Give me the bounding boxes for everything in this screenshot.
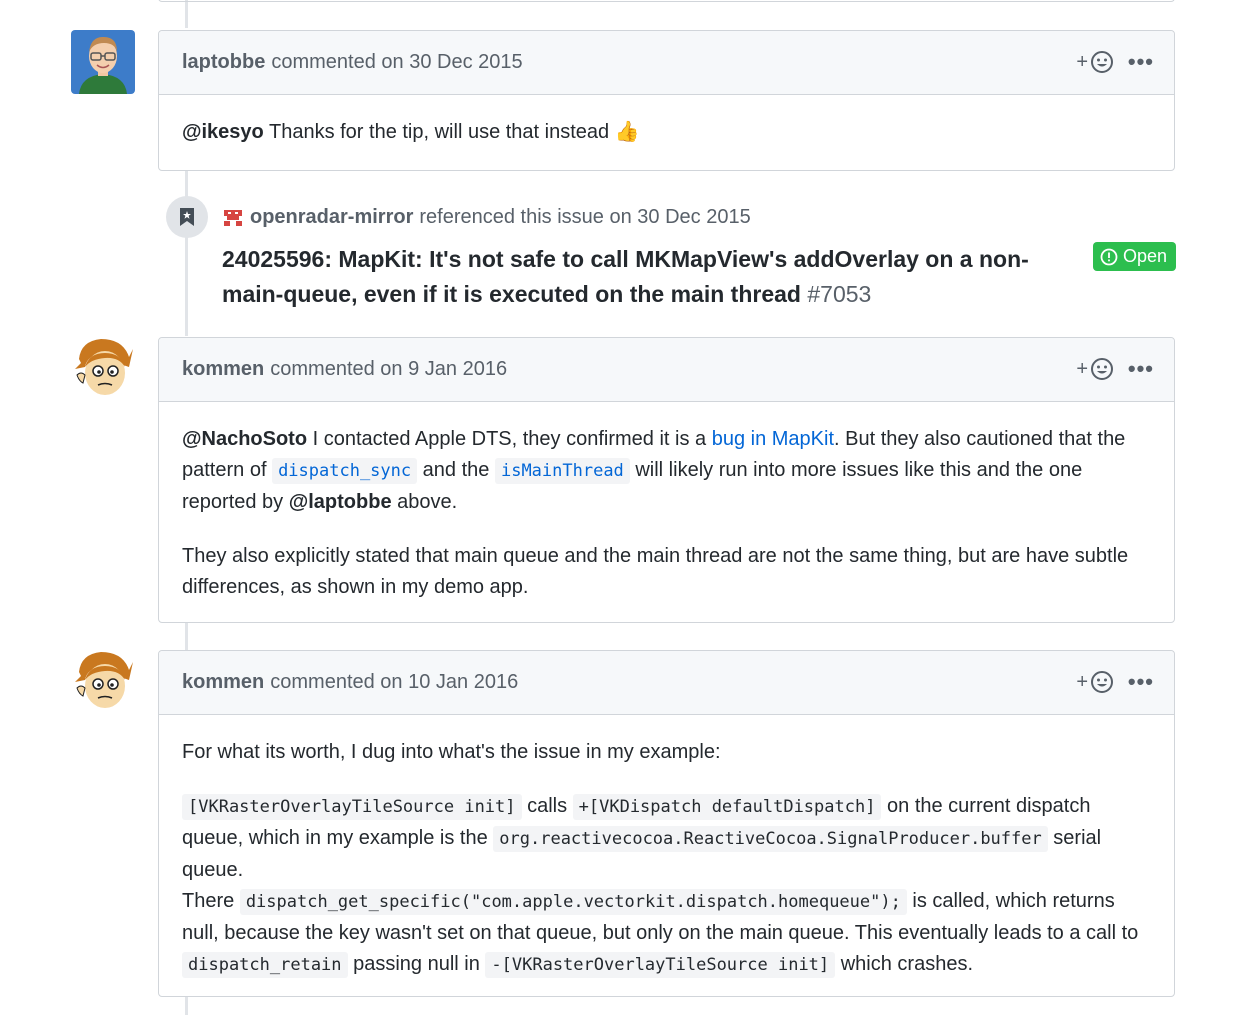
avatar[interactable] <box>71 337 135 401</box>
reference-issue-number[interactable]: #7053 <box>807 281 871 307</box>
avatar[interactable] <box>71 650 135 714</box>
add-reaction-button[interactable]: + <box>1076 357 1114 381</box>
smiley-icon <box>1091 358 1113 380</box>
inline-code: dispatch_retain <box>182 952 348 978</box>
comment-header: kommen commented on 10 Jan 2016 + ••• <box>159 651 1174 715</box>
text-span: I contacted Apple DTS, they confirmed it… <box>307 428 712 450</box>
user-mention[interactable]: @NachoSoto <box>182 428 307 450</box>
comment-card: kommen commented on 9 Jan 2016 + ••• @Na… <box>158 337 1175 623</box>
plus-label: + <box>1076 50 1088 73</box>
reference-timestamp: referenced this issue on 30 Dec 2015 <box>419 206 751 228</box>
avatar-kommen-icon <box>71 650 135 714</box>
smiley-icon <box>1091 671 1113 693</box>
bookmark-icon <box>180 208 194 226</box>
text-span: passing null in <box>347 953 486 975</box>
comment-paragraph: For what its worth, I dug into what's th… <box>182 741 721 763</box>
status-badge: Open <box>1092 242 1176 271</box>
more-options-button[interactable]: ••• <box>1128 49 1154 75</box>
inline-code: -[VKRasterOverlayTileSource init] <box>485 952 836 978</box>
add-reaction-button[interactable]: + <box>1076 50 1114 74</box>
text-span: above. <box>391 491 458 513</box>
inline-code-link[interactable]: dispatch_sync <box>272 458 418 484</box>
comment-timestamp[interactable]: commented on 9 Jan 2016 <box>270 358 507 381</box>
comment-card: kommen commented on 10 Jan 2016 + ••• Fo… <box>158 650 1175 997</box>
inline-code: [VKRasterOverlayTileSource init] <box>182 794 522 820</box>
reference-meta: openradar-mirror referenced this issue o… <box>222 206 751 229</box>
user-mention[interactable]: @laptobbe <box>289 491 392 513</box>
text-span: and the <box>417 459 495 481</box>
timeline-line <box>185 622 188 650</box>
more-options-button[interactable]: ••• <box>1128 356 1154 382</box>
comment-paragraph: @NachoSoto I contacted Apple DTS, they c… <box>182 424 1151 518</box>
inline-code: dispatch_get_specific("com.apple.vectork… <box>239 889 907 915</box>
plus-label: + <box>1076 357 1088 380</box>
reference-author[interactable]: openradar-mirror <box>250 206 413 229</box>
avatar[interactable] <box>71 30 135 94</box>
reference-event: openradar-mirror referenced this issue o… <box>166 196 1176 316</box>
comment-timestamp[interactable]: commented on 30 Dec 2015 <box>271 51 522 74</box>
text-span: calls <box>521 795 573 817</box>
avatar-laptobbe-icon <box>71 30 135 94</box>
issue-opened-icon <box>1100 248 1118 265</box>
text-span: There <box>182 890 240 912</box>
openradar-avatar-icon[interactable] <box>222 206 244 229</box>
comment-header: laptobbe commented on 30 Dec 2015 + ••• <box>159 31 1174 95</box>
status-label: Open <box>1122 246 1167 266</box>
plus-label: + <box>1076 670 1088 693</box>
comment-body: For what its worth, I dug into what's th… <box>159 715 1174 1003</box>
more-options-button[interactable]: ••• <box>1128 669 1154 695</box>
comment-paragraph: [VKRasterOverlayTileSource init] calls +… <box>182 791 1151 981</box>
comment-text: @ikesyo Thanks for the tip, will use tha… <box>182 117 1151 148</box>
timeline-line <box>185 0 188 28</box>
smiley-icon <box>1091 51 1113 73</box>
inline-code-link[interactable]: isMainThread <box>494 458 630 484</box>
inline-code: org.reactivecocoa.ReactiveCocoa.SignalPr… <box>493 826 1048 852</box>
user-mention[interactable]: @ikesyo <box>182 121 264 143</box>
bug-link[interactable]: bug in MapKit <box>712 428 834 450</box>
comment-author[interactable]: kommen <box>182 671 264 694</box>
comment-text-span: Thanks for the tip, will use that instea… <box>263 121 615 143</box>
comment-body: @ikesyo Thanks for the tip, will use tha… <box>159 95 1174 170</box>
comment-author[interactable]: kommen <box>182 358 264 381</box>
text-span: which crashes. <box>835 953 974 975</box>
previous-comment-edge <box>158 0 1175 2</box>
add-reaction-button[interactable]: + <box>1076 670 1114 694</box>
comment-paragraph: They also explicitly stated that main qu… <box>182 545 1129 598</box>
thumbs-up-emoji: 👍 <box>614 121 640 143</box>
avatar-kommen-icon <box>71 337 135 401</box>
comment-body: @NachoSoto I contacted Apple DTS, they c… <box>159 402 1174 625</box>
inline-code: +[VKDispatch defaultDispatch] <box>572 794 882 820</box>
comment-timestamp[interactable]: commented on 10 Jan 2016 <box>270 671 518 694</box>
comment-card: laptobbe commented on 30 Dec 2015 + ••• … <box>158 30 1175 171</box>
bookmark-badge <box>166 196 208 238</box>
comment-author[interactable]: laptobbe <box>182 51 265 74</box>
reference-title-text[interactable]: 24025596: MapKit: It's not safe to call … <box>222 246 1029 307</box>
comment-header: kommen commented on 9 Jan 2016 + ••• <box>159 338 1174 402</box>
reference-title[interactable]: 24025596: MapKit: It's not safe to call … <box>222 242 1082 312</box>
